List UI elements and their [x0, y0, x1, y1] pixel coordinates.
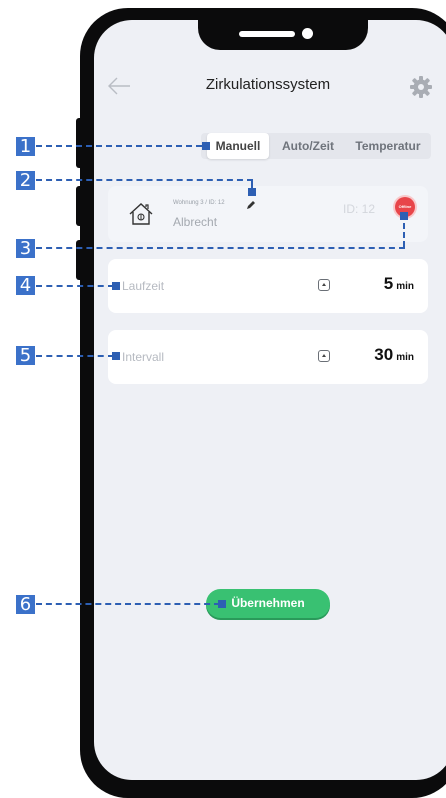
setting-label: Laufzeit: [122, 279, 165, 293]
callout-2: 2: [16, 171, 35, 190]
phone-notch: [198, 8, 368, 50]
tab-manuell[interactable]: Manuell: [207, 133, 269, 159]
callout-marker-6: [218, 600, 226, 608]
stepper-up-icon[interactable]: [318, 279, 330, 291]
setting-row-laufzeit: Laufzeit 5 min: [108, 259, 428, 313]
value-unit: min: [396, 352, 414, 363]
callout-marker-2: [248, 188, 256, 196]
device-name: Albrecht: [173, 215, 218, 229]
callout-1: 1: [16, 137, 35, 156]
setting-row-intervall: Intervall 30 min: [108, 330, 428, 384]
callout-5: 5: [16, 346, 35, 365]
mode-tabs: Manuell Auto/Zeit Temperatur: [201, 133, 431, 159]
callout-marker-4: [112, 282, 120, 290]
stepper-up-icon[interactable]: [318, 350, 330, 362]
house-icon: [128, 202, 154, 226]
setting-value[interactable]: 30 min: [374, 345, 414, 365]
front-camera: [302, 28, 313, 39]
value-number: 5: [383, 274, 394, 293]
tab-temperatur[interactable]: Temperatur: [347, 133, 429, 159]
arrow-left-icon[interactable]: [106, 75, 132, 97]
pencil-icon[interactable]: [245, 198, 257, 210]
value-unit: min: [396, 281, 414, 292]
callout-marker-3: [400, 212, 408, 220]
callout-marker-1: [202, 142, 210, 150]
tab-auto-zeit[interactable]: Auto/Zeit: [275, 133, 341, 159]
callout-line-4: [36, 285, 114, 287]
setting-value[interactable]: 5 min: [384, 274, 414, 294]
device-card[interactable]: [108, 186, 428, 242]
device-subtitle: Wohnung 3 / ID: 12: [173, 200, 225, 206]
callout-line-5: [36, 355, 114, 357]
speaker-grille: [239, 31, 295, 37]
callout-line-3: [36, 247, 405, 249]
callout-line-2: [36, 179, 253, 181]
callout-marker-5: [112, 352, 120, 360]
device-id: ID: 12: [343, 202, 376, 216]
gear-icon[interactable]: [409, 75, 433, 99]
callout-line-1: [36, 145, 202, 147]
callout-6: 6: [16, 595, 35, 614]
page-title: Zirkulationssystem: [205, 76, 331, 93]
callout-4: 4: [16, 276, 35, 295]
setting-label: Intervall: [122, 350, 165, 364]
callout-line-6: [36, 603, 220, 605]
callout-3: 3: [16, 239, 35, 258]
value-number: 30: [374, 345, 394, 364]
